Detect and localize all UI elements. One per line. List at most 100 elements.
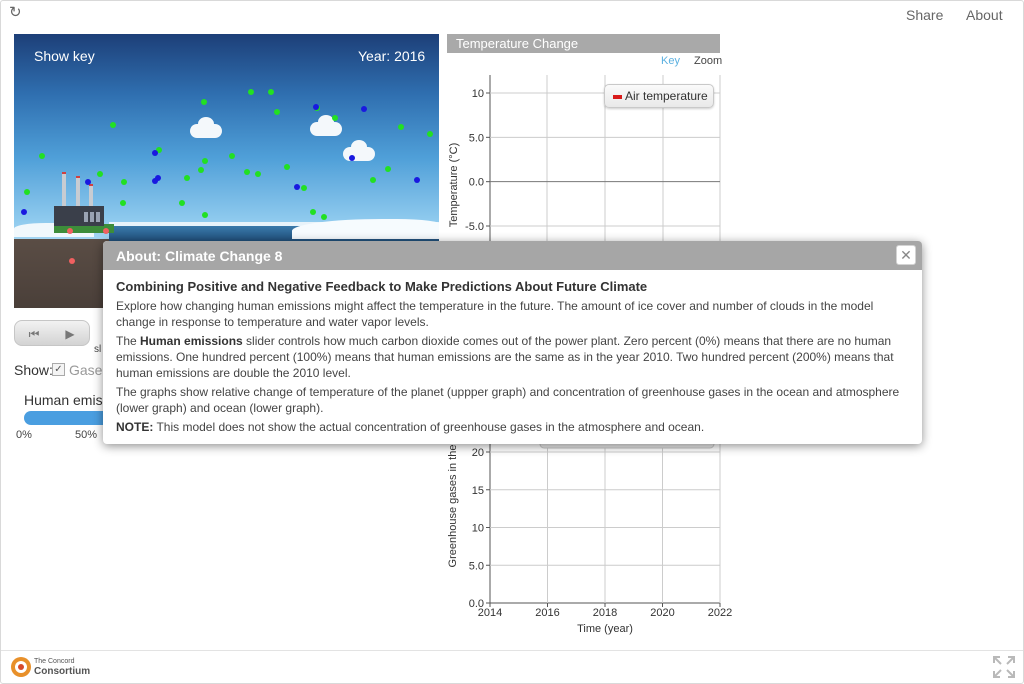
co2-particle [85, 179, 91, 185]
water-vapor-particle [310, 209, 316, 215]
water-vapor-particle [202, 212, 208, 218]
water-vapor-particle [268, 89, 274, 95]
water-vapor-particle [274, 109, 280, 115]
legend-swatch [613, 95, 622, 99]
water-vapor-particle [97, 171, 103, 177]
text: The [116, 334, 141, 348]
note-label: NOTE: [116, 420, 154, 434]
heat-particle [69, 258, 75, 264]
co2-particle [361, 106, 367, 112]
co2-particle [152, 150, 158, 156]
slider-tick: 50% [75, 429, 98, 441]
heat-particle [67, 228, 73, 234]
share-link[interactable]: Share [906, 7, 943, 23]
co2-particle [21, 209, 27, 215]
co2-particle [349, 155, 355, 161]
x-tick-label: 2020 [650, 607, 674, 619]
water-vapor-particle [321, 214, 327, 220]
dialog-paragraph: The graphs show relative change of tempe… [116, 385, 900, 415]
playback-controls: ⏮ ▶ [14, 320, 90, 346]
water-vapor-particle [121, 179, 127, 185]
water-vapor-particle [120, 200, 126, 206]
play-icon[interactable]: ▶ [60, 325, 80, 343]
about-dialog: About: Climate Change 8 ✕ Combining Posi… [103, 241, 922, 444]
gases-checkbox[interactable]: ✓ [52, 363, 65, 376]
co2-particle [152, 178, 158, 184]
water-vapor-particle [39, 153, 45, 159]
y-tick-label: 0.0 [469, 177, 484, 189]
emphasis: Human emissions [140, 334, 243, 348]
x-tick-label: 2016 [535, 607, 559, 619]
water-vapor-particle [110, 122, 116, 128]
legend-label: Air temperature [625, 89, 708, 103]
logo-line2: Consortium [34, 666, 91, 677]
emissions-slider[interactable] [24, 411, 114, 425]
water-vapor-particle [398, 124, 404, 130]
co2-particle [313, 104, 319, 110]
dialog-title: About: Climate Change 8 [116, 248, 283, 264]
x-tick-label: 2022 [708, 607, 732, 619]
speed-label: sl [94, 344, 102, 355]
water-vapor-particle [284, 164, 290, 170]
slider-tick: 0% [16, 429, 32, 441]
water-vapor-particle [184, 175, 190, 181]
legend-air-temperature[interactable]: Air temperature [604, 84, 714, 108]
cloud [310, 115, 342, 136]
emissions-slider-label: Human emiss [24, 392, 110, 408]
plant-window [84, 212, 88, 222]
y-tick-label: 15 [472, 485, 484, 497]
water-vapor-particle [244, 169, 250, 175]
fullscreen-icon[interactable] [992, 655, 1016, 679]
chimney [62, 172, 66, 208]
chimney [89, 184, 93, 208]
dialog-paragraph: Explore how changing human emissions mig… [116, 299, 874, 329]
y-tick-label: 5.0 [469, 560, 484, 572]
y-tick-label: 10 [472, 523, 484, 535]
dialog-note: NOTE: This model does not show the actua… [116, 419, 912, 435]
y-axis-label: Temperature (°C) [448, 143, 460, 227]
concord-logo-text: The Concord Consortium [34, 657, 90, 677]
dialog-paragraph: The Human emissions slider controls how … [116, 333, 912, 381]
y-axis-label: Greenhouse gases in the [447, 445, 459, 568]
water-vapor-particle [301, 185, 307, 191]
reload-icon[interactable]: ↻ [9, 5, 25, 21]
water-vapor-particle [332, 115, 338, 121]
y-tick-label: 0.0 [469, 598, 484, 610]
show-key-link[interactable]: Show key [34, 48, 95, 64]
ice-cover-right [292, 219, 439, 239]
y-tick-label: 20 [472, 447, 484, 459]
heat-particle [103, 228, 109, 234]
water-vapor-particle [201, 99, 207, 105]
cloud [190, 117, 222, 138]
reset-icon[interactable]: ⏮ [24, 325, 44, 343]
water-vapor-particle [179, 200, 185, 206]
concord-logo-icon[interactable] [9, 655, 33, 679]
close-icon[interactable]: ✕ [896, 245, 916, 265]
year-readout: Year: 2016 [358, 48, 426, 64]
water-vapor-particle [202, 158, 208, 164]
water-vapor-particle [229, 153, 235, 159]
footer-divider [1, 650, 1023, 651]
x-axis-label: Time (year) [577, 623, 633, 635]
water-vapor-particle [198, 167, 204, 173]
co2-particle [414, 177, 420, 183]
water-vapor-particle [24, 189, 30, 195]
dialog-heading: Combining Positive and Negative Feedback… [116, 279, 648, 294]
water-vapor-particle [385, 166, 391, 172]
cloud [343, 140, 375, 161]
dialog-body: Combining Positive and Negative Feedback… [116, 279, 912, 438]
water-vapor-particle [427, 131, 433, 137]
show-label: Show: [14, 362, 53, 378]
water-vapor-particle [370, 177, 376, 183]
co2-particle [294, 184, 300, 190]
about-link[interactable]: About [966, 7, 1003, 23]
y-tick-label: 5.0 [469, 132, 484, 144]
plant-window [90, 212, 94, 222]
chimney [76, 176, 80, 208]
water-vapor-particle [255, 171, 261, 177]
x-tick-label: 2018 [593, 607, 617, 619]
y-tick-label: 10 [472, 88, 484, 100]
water-vapor-particle [248, 89, 254, 95]
y-tick-label: -5.0 [465, 221, 484, 233]
dialog-title-bar: About: Climate Change 8 ✕ [103, 241, 922, 270]
